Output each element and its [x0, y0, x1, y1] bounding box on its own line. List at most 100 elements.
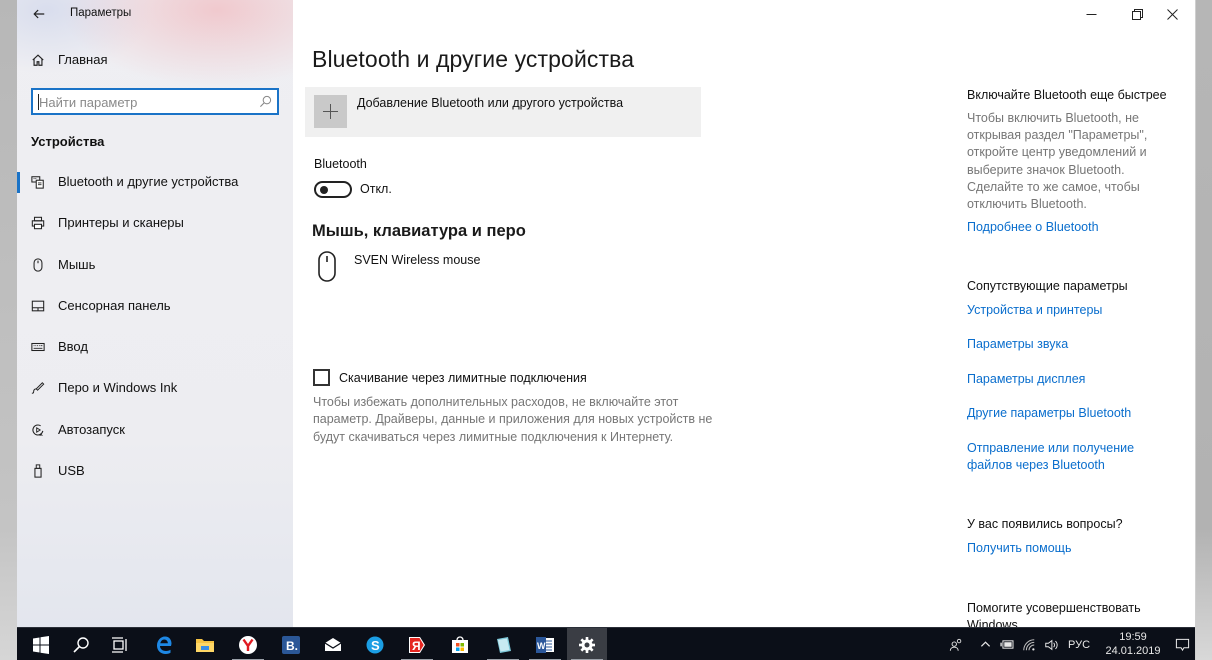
sidebar-item-label: Мышь: [58, 256, 96, 272]
add-device-label: Добавление Bluetooth или другого устройс…: [357, 96, 624, 110]
action-center-button[interactable]: [1169, 628, 1195, 660]
bluetooth-toggle-state: Откл.: [360, 182, 392, 196]
sidebar-item-printers[interactable]: Принтеры и сканеры: [17, 203, 293, 244]
sidebar-nav: Bluetooth и другие устройства Принтеры и…: [17, 162, 293, 492]
main-content: Bluetooth и другие устройства Добавление…: [293, 0, 933, 627]
taskbar-app-yandex-browser[interactable]: [228, 628, 268, 660]
yandex-browser-icon: [239, 635, 257, 654]
restore-icon: [1131, 8, 1143, 20]
bluetooth-learn-more-link[interactable]: Подробнее о Bluetooth: [967, 219, 1099, 236]
back-button[interactable]: [29, 4, 49, 24]
mail-icon: [324, 637, 342, 651]
questions-title: У вас появились вопросы?: [967, 517, 1123, 531]
settings-window: Параметры Главная Устройства Bluetooth и…: [17, 0, 1195, 627]
sidebar-item-touchpad[interactable]: Сенсорная панель: [17, 286, 293, 327]
edge-icon: [157, 636, 172, 654]
sidebar-item-label: Принтеры и сканеры: [58, 215, 184, 231]
close-button[interactable]: [1149, 0, 1195, 28]
windows-start-icon: [33, 635, 49, 654]
people-icon: [949, 638, 962, 651]
sidebar-item-typing[interactable]: Ввод: [17, 327, 293, 368]
related-link-devices-printers[interactable]: Устройства и принтеры: [967, 302, 1102, 319]
search-icon[interactable]: [259, 95, 272, 108]
device-list-item[interactable]: SVEN Wireless mouse: [317, 250, 617, 286]
skype-icon: S: [366, 636, 384, 653]
sidebar-home-label: Главная: [58, 52, 108, 67]
plus-icon: [314, 95, 347, 128]
mouse-icon: [318, 251, 336, 282]
language-indicator[interactable]: РУС: [1063, 628, 1095, 660]
svg-text:S: S: [371, 638, 380, 653]
search-field[interactable]: [31, 88, 279, 115]
related-link-display[interactable]: Параметры дисплея: [967, 371, 1085, 388]
taskbar-app-word[interactable]: W: [525, 628, 565, 660]
search-icon: [73, 636, 89, 653]
taskbar-app-edge[interactable]: [144, 628, 184, 660]
bluetooth-toggle[interactable]: [314, 181, 352, 198]
notes-icon: [497, 636, 511, 653]
taskbar-app-notes[interactable]: [483, 628, 523, 660]
sidebar-item-label: Bluetooth и другие устройства: [58, 174, 239, 189]
taskbar-app-b[interactable]: B.: [271, 628, 311, 660]
sidebar-item-mouse[interactable]: Мышь: [17, 245, 293, 286]
sidebar-item-label: Автозапуск: [58, 421, 125, 437]
touchpad-icon: [31, 300, 45, 312]
autoplay-icon: [32, 424, 44, 436]
taskbar-app-mail[interactable]: [313, 628, 353, 660]
app-title: Параметры: [70, 7, 132, 19]
start-button[interactable]: [21, 628, 61, 660]
taskbar-app-yandex[interactable]: Я: [397, 628, 437, 660]
minimize-button[interactable]: [1068, 0, 1114, 28]
taskbar-search-button[interactable]: [61, 628, 101, 660]
add-device-button[interactable]: Добавление Bluetooth или другого устройс…: [305, 87, 701, 137]
sidebar-item-label: Ввод: [58, 339, 88, 355]
people-button[interactable]: [945, 628, 967, 660]
metered-download-checkbox[interactable]: [313, 369, 330, 386]
usb-icon: [34, 464, 42, 478]
network-button[interactable]: [1019, 628, 1039, 660]
svg-text:B.: B.: [286, 639, 298, 653]
sidebar-item-pen[interactable]: Перо и Windows Ink: [17, 368, 293, 409]
sidebar: Параметры Главная Устройства Bluetooth и…: [17, 0, 293, 627]
taskbar-app-file-explorer[interactable]: [185, 628, 225, 660]
bluetooth-devices-icon: [31, 176, 44, 189]
taskbar: B. S Я W РУС 19:59 24.01.2019: [17, 627, 1195, 660]
quick-bluetooth-text: Чтобы включить Bluetooth, не открывая ра…: [967, 111, 1148, 212]
clock[interactable]: 19:59 24.01.2019: [1103, 630, 1163, 658]
task-view-button[interactable]: [100, 628, 140, 660]
metered-download-description: Чтобы избежать дополнительных расходов, …: [313, 395, 713, 444]
related-link-send-receive-files[interactable]: Отправление или получение файлов через B…: [967, 440, 1147, 474]
search-input[interactable]: [39, 93, 249, 111]
quick-bluetooth-title: Включайте Bluetooth еще быстрее: [967, 88, 1167, 102]
settings-gear-icon: [579, 636, 595, 653]
back-arrow-icon: [33, 9, 45, 19]
volume-button[interactable]: [1041, 628, 1061, 660]
related-link-more-bluetooth[interactable]: Другие параметры Bluetooth: [967, 405, 1131, 422]
sidebar-item-usb[interactable]: USB: [17, 451, 293, 492]
svg-text:Я: Я: [412, 639, 421, 653]
sidebar-home[interactable]: Главная: [31, 52, 107, 67]
show-hidden-icons-button[interactable]: [975, 628, 995, 660]
taskbar-app-settings[interactable]: [567, 628, 607, 660]
battery-icon: [999, 640, 1014, 649]
mouse-icon: [33, 257, 43, 272]
page-title: Bluetooth и другие устройства: [312, 46, 635, 72]
metered-download-checkbox-row[interactable]: Скачивание через лимитные подключения: [313, 369, 587, 386]
word-icon: W: [536, 636, 554, 653]
clock-time: 19:59: [1119, 631, 1147, 643]
screen-border-left: [0, 0, 17, 660]
keyboard-icon: [31, 343, 45, 352]
sidebar-item-bluetooth[interactable]: Bluetooth и другие устройства: [17, 162, 293, 203]
pen-icon: [31, 382, 45, 395]
home-icon: [32, 53, 44, 66]
svg-text:W: W: [537, 641, 546, 651]
taskbar-app-store[interactable]: [440, 628, 480, 660]
related-link-sound[interactable]: Параметры звука: [967, 336, 1068, 353]
get-help-link[interactable]: Получить помощь: [967, 540, 1071, 557]
taskbar-app-skype[interactable]: S: [355, 628, 395, 660]
printer-icon: [31, 217, 45, 230]
battery-button[interactable]: [997, 628, 1017, 660]
notification-icon: [1175, 638, 1189, 652]
sidebar-item-autoplay[interactable]: Автозапуск: [17, 410, 293, 451]
yandex-icon: Я: [409, 636, 425, 653]
